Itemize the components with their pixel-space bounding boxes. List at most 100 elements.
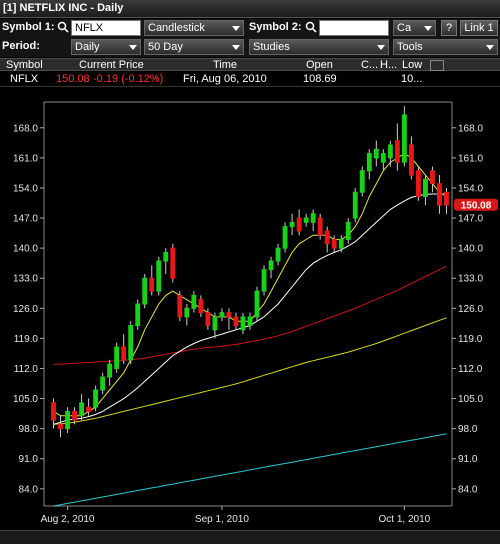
chevron-down-icon: [377, 45, 385, 50]
candle-body: [51, 402, 56, 421]
candle-body: [177, 294, 183, 318]
chevron-down-icon: [129, 45, 137, 50]
ma-long-line: [53, 433, 447, 507]
candle-body: [289, 221, 295, 228]
candle-body: [205, 312, 211, 326]
candle-body: [107, 363, 113, 378]
y-tick-label-right: 98.0: [458, 424, 478, 435]
candle-body: [72, 410, 77, 421]
symbol-toolbar: Symbol 1: NFLX Candlestick Symbol 2: Ca …: [0, 19, 500, 38]
symbol2-label: Symbol 2:: [249, 21, 302, 33]
candle-body: [219, 312, 225, 318]
y-tick-label-left: 140.0: [13, 244, 38, 255]
range-dropdown[interactable]: 50 Day: [144, 39, 244, 55]
candle-body: [65, 410, 70, 430]
symbol2-input[interactable]: [319, 20, 389, 36]
help-button[interactable]: ?: [441, 20, 457, 36]
calc-value: Ca: [397, 22, 412, 34]
quote-time: Fri, Aug 06, 2010: [183, 73, 267, 85]
chevron-down-icon: [232, 45, 240, 50]
chevron-down-icon: [486, 45, 494, 50]
candle-body: [345, 221, 351, 241]
candle-body: [254, 290, 260, 318]
quote-open: 108.69: [303, 73, 337, 85]
calc-dropdown[interactable]: Ca: [393, 20, 436, 36]
x-tick-label: Sep 1, 2010: [195, 514, 249, 525]
symbol1-input[interactable]: NFLX: [71, 20, 141, 36]
y-tick-label-left: 98.0: [19, 424, 39, 435]
y-tick-label-right: 84.0: [458, 484, 478, 495]
tools-dropdown[interactable]: Tools: [393, 39, 498, 55]
candle-body: [408, 144, 414, 176]
candle-body: [247, 316, 253, 326]
candle-body: [387, 144, 393, 159]
candle-body: [401, 114, 407, 163]
y-tick-label-left: 147.0: [13, 214, 38, 225]
ma-fast-line: [53, 153, 447, 417]
range-value: 50 Day: [148, 41, 183, 53]
ma-mid-line: [53, 193, 447, 425]
period-label: Period:: [2, 40, 40, 52]
ma-slow-yellow-line: [53, 317, 447, 425]
column-menu-icon[interactable]: [430, 60, 444, 71]
header-symbol[interactable]: Symbol: [6, 59, 43, 71]
candle-body: [233, 316, 239, 326]
y-tick-label-left: 119.0: [14, 334, 39, 345]
header-low[interactable]: Low: [402, 59, 422, 71]
last-price-label: 150.08: [461, 200, 492, 211]
header-close[interactable]: C...: [361, 59, 378, 71]
candle-body: [423, 178, 428, 198]
studies-value: Studies: [253, 41, 290, 53]
header-open[interactable]: Open: [306, 59, 333, 71]
candle-body: [296, 217, 302, 232]
quote-change: -0.19 (-0.12%): [93, 73, 164, 85]
chart-type-dropdown[interactable]: Candlestick: [144, 20, 244, 36]
chart-area[interactable]: 84.0 84.0 91.0 91.0 98.0 98.0 105.0 105.0 112.0 1…: [0, 90, 500, 544]
symbol1-label: Symbol 1:: [2, 21, 55, 33]
y-tick-label-right: 168.0: [458, 123, 483, 134]
candle-body: [373, 148, 379, 159]
y-tick-label-left: 168.0: [13, 123, 38, 134]
quote-symbol: NFLX: [10, 73, 39, 85]
candle-body: [184, 307, 190, 318]
quote-row[interactable]: NFLX 150.08 -0.19 (-0.12%) Fri, Aug 06, …: [0, 71, 500, 87]
candle-body: [135, 303, 141, 326]
header-time[interactable]: Time: [213, 59, 237, 71]
y-tick-label-left: 154.0: [13, 183, 38, 194]
window-titlebar: [1] NETFLIX INC - Daily: [0, 0, 500, 18]
header-high[interactable]: H...: [380, 59, 397, 71]
link-button[interactable]: Link 1: [460, 20, 498, 36]
candle-body: [191, 294, 197, 309]
candle-body: [226, 312, 232, 318]
tools-value: Tools: [397, 41, 423, 53]
y-tick-label-right: 133.0: [458, 274, 483, 285]
candle-body: [149, 277, 155, 292]
header-current-price[interactable]: Current Price: [79, 59, 144, 71]
x-tick-label: Aug 2, 2010: [41, 514, 95, 525]
candle-body: [331, 239, 337, 249]
chevron-down-icon: [232, 26, 240, 31]
period-value: Daily: [75, 41, 100, 53]
candle-body: [114, 346, 120, 369]
studies-dropdown[interactable]: Studies: [249, 39, 389, 55]
candle-body: [275, 247, 281, 262]
x-tick-label: Oct 1, 2010: [379, 514, 431, 525]
candle-body: [240, 316, 246, 331]
candle-body: [86, 406, 92, 412]
y-tick-label-left: 133.0: [13, 274, 38, 285]
search-icon-2[interactable]: [305, 21, 317, 33]
chevron-down-icon: [424, 26, 432, 31]
candle-body: [430, 170, 435, 185]
search-icon[interactable]: [57, 21, 69, 33]
price-chart[interactable]: 84.0 84.0 91.0 91.0 98.0 98.0 105.0 105.0 112.0 1…: [0, 90, 500, 530]
y-tick-label-right: 105.0: [458, 394, 483, 405]
y-tick-label-right: 154.0: [458, 183, 483, 194]
candle-body: [212, 316, 218, 331]
y-tick-label-right: 91.0: [458, 454, 478, 465]
candle-body: [163, 251, 169, 262]
candle-body: [310, 213, 316, 223]
period-dropdown[interactable]: Daily: [71, 39, 141, 55]
candle-body: [366, 153, 372, 172]
quote-price: 150.08: [56, 73, 90, 85]
candle-body: [79, 402, 85, 417]
